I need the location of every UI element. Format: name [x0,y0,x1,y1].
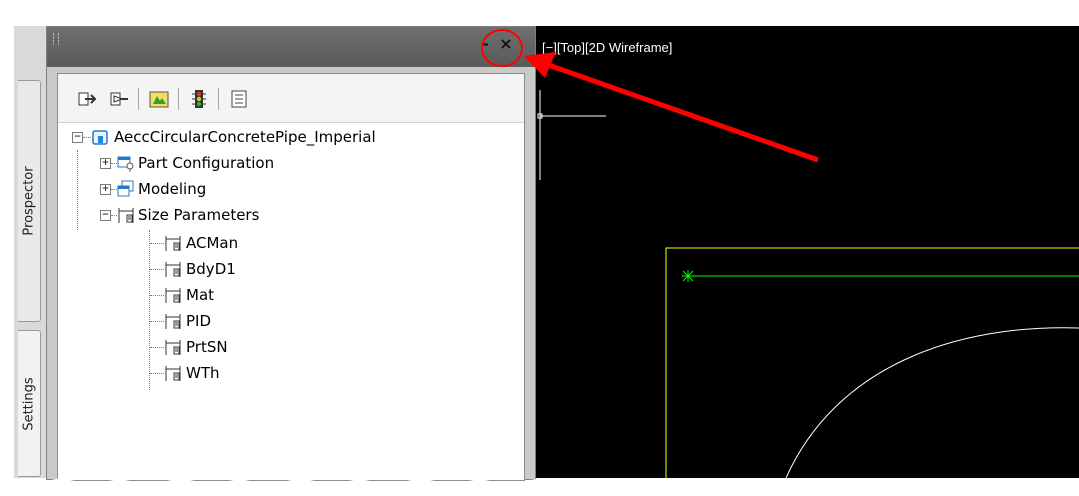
screenshot-frame: Prospector Settings – × − AeccCircularCo… [0,0,1079,496]
annotation-arrow [539,59,819,163]
torn-edge-left [0,0,13,496]
annotation-overlay [0,0,1079,496]
torn-edge-top [0,0,1079,17]
annotation-circle [481,29,523,67]
torn-edge-bottom [0,478,1079,496]
